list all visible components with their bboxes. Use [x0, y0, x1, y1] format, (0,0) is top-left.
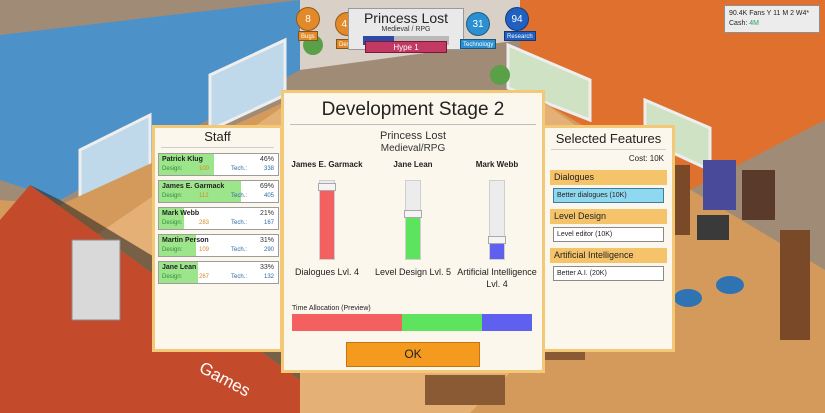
staff-design-label: Design:: [162, 220, 183, 226]
staff-percent: 69%: [259, 183, 274, 190]
allocation-slider[interactable]: [318, 180, 336, 260]
ok-button[interactable]: OK: [346, 342, 480, 367]
feature-category-level-design: Level Design: [550, 209, 667, 224]
staff-name: Mark Webb: [162, 210, 200, 217]
staff-design-value: 100: [199, 166, 210, 172]
development-stage-dialog: Development Stage 2 Princess Lost Mediev…: [281, 90, 545, 373]
features-panel-title: Selected Features: [555, 131, 662, 146]
staff-card[interactable]: Mark Webb 21% Design: 283 Tech.: 167: [158, 207, 279, 230]
time-segment-dialogues: [292, 314, 403, 331]
staff-design-label: Design:: [162, 166, 183, 172]
staff-tech-value: 132: [263, 274, 274, 280]
divider: [551, 149, 666, 150]
bugs-value: 8: [305, 14, 311, 25]
cash-line: Cash: 4M: [729, 19, 815, 29]
staff-design-value: 267: [199, 274, 210, 280]
staff-name: James E. Garmack: [162, 183, 225, 190]
allocation-artificial-intelligence: Mark Webb Artificial Intelligence Lvl. 4: [454, 160, 540, 290]
allocation-slider-handle[interactable]: [318, 183, 336, 191]
staff-card[interactable]: Martin Person 31% Design: 109 Tech.: 290: [158, 234, 279, 257]
allocation-fill: [320, 187, 334, 259]
staff-panel-title: Staff: [204, 129, 231, 144]
staff-percent: 31%: [259, 237, 274, 244]
dialog-title: Development Stage 2: [321, 99, 505, 120]
staff-tech-label: Tech.:: [231, 220, 248, 226]
feature-option-ai[interactable]: Better A.I. (20K): [553, 266, 664, 281]
dialog-game-name: Princess Lost: [379, 130, 447, 142]
allocation-label: Artificial Intelligence Lvl. 4: [457, 267, 537, 289]
staff-design-label: Design:: [162, 274, 183, 280]
staff-list: Patrick Klug 46% Design: 100 Tech.: 338 …: [158, 153, 279, 288]
technology-value: 31: [472, 19, 484, 30]
bugs-tag: Bugs: [298, 31, 318, 41]
staff-card[interactable]: Patrick Klug 46% Design: 100 Tech.: 338: [158, 153, 279, 176]
dialog-genre: Medieval/RPG: [380, 143, 446, 154]
allocation-label: Dialogues Lvl. 4: [294, 267, 360, 277]
staff-percent: 33%: [259, 264, 274, 271]
cash-label: Cash:: [729, 20, 750, 27]
staff-design-value: 283: [199, 220, 210, 226]
time-allocation-label: Time Allocation (Preview): [292, 305, 371, 312]
features-cost: Cost: 10K: [628, 154, 664, 163]
selected-features-panel: Selected Features Cost: 10K Dialogues Be…: [542, 125, 675, 352]
staff-card[interactable]: James E. Garmack 69% Design: 112 Tech.: …: [158, 180, 279, 203]
allocation-staff-name: James E. Garmack: [291, 160, 363, 169]
staff-design-label: Design:: [162, 247, 183, 253]
technology-counter[interactable]: 31: [466, 12, 490, 36]
staff-tech-value: 290: [263, 247, 274, 253]
staff-panel: Staff Patrick Klug 46% Design: 100 Tech.…: [152, 125, 283, 352]
hype-bar: Hype 1: [365, 41, 447, 53]
staff-name: Martin Person: [162, 237, 209, 244]
research-value: 94: [511, 14, 523, 25]
staff-tech-value: 338: [263, 166, 274, 172]
staff-tech-value: 405: [263, 193, 274, 199]
allocation-slider-handle[interactable]: [488, 236, 506, 244]
feature-option-level-design[interactable]: Level editor (10K): [553, 227, 664, 242]
staff-tech-value: 167: [263, 220, 274, 226]
technology-tag: Technology: [460, 39, 497, 49]
time-segment-level-design: [402, 314, 482, 331]
allocation-dialogues: James E. Garmack Dialogues Lvl. 4: [284, 160, 370, 278]
staff-design-label: Design:: [162, 193, 183, 199]
staff-tech-label: Tech.:: [231, 166, 248, 172]
staff-tech-label: Tech.:: [231, 247, 248, 253]
game-genre: Medieval / RPG: [381, 26, 431, 33]
staff-design-value: 112: [199, 193, 209, 199]
research-tag: Research: [504, 31, 536, 41]
divider: [161, 147, 274, 148]
allocation-fill: [406, 214, 420, 259]
cash-value: 4M: [749, 20, 759, 27]
staff-name: Patrick Klug: [162, 156, 203, 163]
allocation-staff-name: Mark Webb: [475, 160, 519, 169]
feature-option-dialogues[interactable]: Better dialogues (10K): [553, 188, 664, 203]
allocation-label: Level Design Lvl. 5: [374, 267, 452, 277]
allocation-level-design: Jane Lean Level Design Lvl. 5: [370, 160, 456, 278]
allocation-staff-name: Jane Lean: [393, 160, 433, 169]
allocation-slider-handle[interactable]: [404, 210, 422, 218]
staff-tech-label: Tech.:: [231, 193, 248, 199]
feature-category-ai: Artificial Intelligence: [550, 248, 667, 263]
staff-design-value: 109: [199, 247, 210, 253]
game-title: Princess Lost: [363, 10, 449, 26]
research-counter[interactable]: 94: [505, 7, 529, 31]
time-segment-ai: [481, 314, 532, 331]
staff-tech-label: Tech.:: [231, 274, 248, 280]
time-allocation-bar: [292, 314, 532, 331]
allocation-slider[interactable]: [404, 180, 422, 260]
company-status-box: 90.4K Fans Y 11 M 2 W4* Cash: 4M: [724, 5, 820, 33]
allocation-slider[interactable]: [488, 180, 506, 260]
divider: [290, 124, 536, 125]
staff-card[interactable]: Jane Lean 33% Design: 267 Tech.: 132: [158, 261, 279, 284]
bugs-counter[interactable]: 8: [296, 7, 320, 31]
staff-percent: 46%: [259, 156, 274, 163]
feature-category-dialogues: Dialogues: [550, 170, 667, 185]
staff-percent: 21%: [259, 210, 274, 217]
fans-date-line: 90.4K Fans Y 11 M 2 W4*: [729, 10, 810, 17]
staff-name: Jane Lean: [162, 264, 197, 271]
